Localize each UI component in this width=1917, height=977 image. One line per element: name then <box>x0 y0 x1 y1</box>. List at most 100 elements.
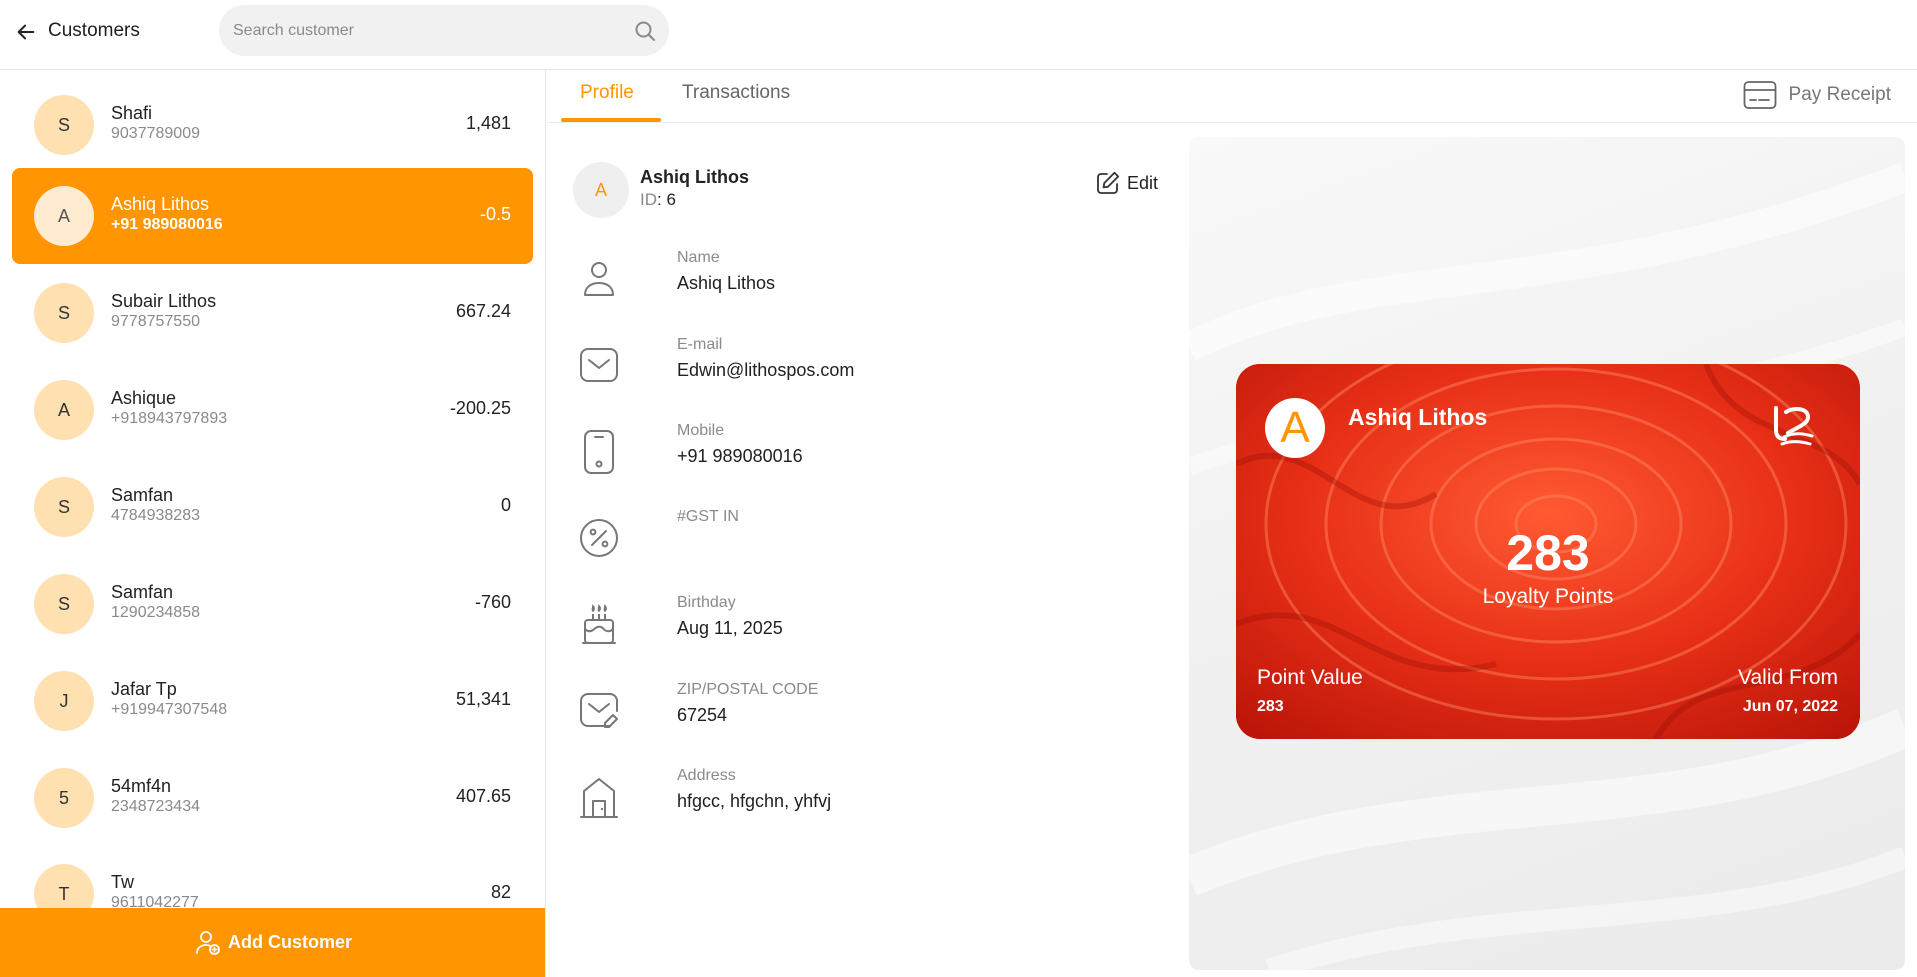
customer-name: Shafi <box>111 103 153 123</box>
add-customer-button[interactable]: Add Customer <box>0 908 545 977</box>
loyalty-card-panel: A Ashiq Lithos 283 Loyalty Points Point … <box>1189 137 1905 970</box>
customer-list-item[interactable]: S Shafi 9037789009 1,481 <box>12 77 533 173</box>
customer-avatar: S <box>34 477 94 537</box>
field-label: ZIP/POSTAL CODE <box>677 681 819 698</box>
mobile-icon <box>584 430 614 474</box>
brand-logo-icon <box>1774 406 1814 446</box>
field-mobile: Mobile +91 989080016 <box>579 422 1139 492</box>
customer-balance: -200.25 <box>449 398 511 418</box>
card-icon <box>1743 81 1776 109</box>
customer-balance: 1,481 <box>465 113 511 133</box>
field-label: Birthday <box>677 594 736 611</box>
house-icon <box>580 778 618 818</box>
customer-name: Samfan <box>111 485 174 505</box>
search-icon[interactable] <box>633 19 657 43</box>
customer-list-item[interactable]: J Jafar Tp +919947307548 51,341 <box>12 653 533 749</box>
customer-balance: -760 <box>474 592 511 612</box>
customers-screen: Customers S Shafi 9037789009 1,481 A Ashiq Li… <box>0 0 1917 977</box>
valid-from-value: Jun 07, 2022 <box>1742 698 1838 715</box>
field-gst: #GST IN <box>579 508 1139 578</box>
customer-phone: 9037789009 <box>111 125 200 142</box>
page-title: Customers <box>48 20 140 41</box>
field-value: 67254 <box>677 705 728 725</box>
point-value-label: Point Value <box>1257 666 1363 689</box>
customer-name: Subair Lithos <box>111 291 217 311</box>
profile-id-value: 6 <box>666 190 676 209</box>
field-email: E-mail Edwin@lithospos.com <box>579 336 1139 406</box>
customer-name: Ashique <box>111 388 177 408</box>
tab-transactions[interactable]: Transactions <box>682 82 790 104</box>
customer-balance: -0.5 <box>479 204 511 224</box>
customer-avatar: S <box>34 95 94 155</box>
customer-avatar: 5 <box>34 768 94 828</box>
person-icon <box>584 262 614 296</box>
add-customer-label: Add Customer <box>227 932 352 952</box>
back-arrow-icon[interactable] <box>12 18 40 46</box>
add-user-icon <box>196 930 220 955</box>
customer-sidebar: S Shafi 9037789009 1,481 A Ashiq Lithos +91 98… <box>0 70 546 977</box>
search-bar <box>219 5 669 56</box>
loyalty-points-value: 283 <box>1506 525 1590 581</box>
cake-icon <box>582 604 616 644</box>
customer-balance: 82 <box>490 882 511 902</box>
customer-phone: 2348723434 <box>111 798 200 815</box>
field-label: #GST IN <box>677 508 739 525</box>
customer-avatar: A <box>34 380 94 440</box>
profile-name: Ashiq Lithos <box>640 167 749 187</box>
customer-balance: 667.24 <box>455 301 511 321</box>
customer-list-item[interactable]: S Samfan 1290234858 -760 <box>12 556 533 652</box>
field-address: Address hfgcc, hfgchn, yhfvj <box>579 767 1139 837</box>
profile-panel: A Ashiq Lithos ID: 6 Edit Name Ashiq Lit… <box>547 124 1167 977</box>
field-label: Address <box>677 767 736 784</box>
customer-phone: +918943797893 <box>111 410 228 427</box>
tabs-bar: Profile Transactions Pay Receipt <box>547 70 1917 123</box>
field-value: hfgcc, hfgchn, yhfvj <box>677 791 832 811</box>
customer-name: Tw <box>111 872 135 892</box>
field-birthday: Birthday Aug 11, 2025 <box>579 594 1139 664</box>
customer-list-item[interactable]: 5 54mf4n 2348723434 407.65 <box>12 750 533 846</box>
tab-profile[interactable]: Profile <box>580 82 634 104</box>
card-avatar: A <box>1265 398 1325 458</box>
profile-id-label: ID <box>640 190 657 209</box>
field-label: Mobile <box>677 422 725 439</box>
edit-button[interactable]: Edit <box>1095 170 1158 196</box>
field-name: Name Ashiq Lithos <box>579 249 1139 319</box>
customer-avatar: S <box>34 574 94 634</box>
field-label: Name <box>677 249 720 266</box>
field-value: Edwin@lithospos.com <box>677 360 855 380</box>
profile-avatar: A <box>573 162 629 218</box>
valid-from-label: Valid From <box>1738 666 1838 689</box>
customer-avatar: J <box>34 671 94 731</box>
customer-name: Jafar Tp <box>111 679 177 699</box>
search-input[interactable] <box>233 5 613 56</box>
profile-id: ID: 6 <box>640 190 676 209</box>
customer-name: Samfan <box>111 582 174 602</box>
field-value: +91 989080016 <box>677 446 803 466</box>
customer-avatar: S <box>34 283 94 343</box>
customer-name: 54mf4n <box>111 776 172 796</box>
customer-phone: 9778757550 <box>111 313 200 330</box>
field-value: Ashiq Lithos <box>677 273 776 293</box>
customer-list-item[interactable]: S Subair Lithos 9778757550 667.24 <box>12 265 533 361</box>
customer-phone: 1290234858 <box>111 604 200 621</box>
loyalty-card: A Ashiq Lithos 283 Loyalty Points Point … <box>1236 364 1860 739</box>
customer-phone: +919947307548 <box>111 701 228 718</box>
field-label: E-mail <box>677 336 723 353</box>
edit-label: Edit <box>1127 172 1159 193</box>
customer-list-item[interactable]: A Ashiq Lithos +91 989080016 -0.5 <box>12 168 533 264</box>
card-customer-name: Ashiq Lithos <box>1348 404 1488 430</box>
customer-name: Ashiq Lithos <box>111 194 210 214</box>
field-value: Aug 11, 2025 <box>677 618 783 638</box>
field-zip: ZIP/POSTAL CODE 67254 <box>579 681 1139 751</box>
envelope-icon <box>580 348 618 382</box>
active-tab-indicator <box>561 118 661 122</box>
pay-receipt-label: Pay Receipt <box>1788 84 1891 105</box>
loyalty-points-label: Loyalty Points <box>1482 585 1614 608</box>
percent-icon <box>580 519 618 557</box>
pay-receipt-button[interactable]: Pay Receipt <box>1743 80 1891 110</box>
customer-balance: 0 <box>500 495 511 515</box>
customer-list-item[interactable]: S Samfan 4784938283 0 <box>12 459 533 555</box>
customer-list-item[interactable]: A Ashique +918943797893 -200.25 <box>12 362 533 458</box>
customer-balance: 407.65 <box>455 786 511 806</box>
customer-avatar: A <box>34 186 94 246</box>
